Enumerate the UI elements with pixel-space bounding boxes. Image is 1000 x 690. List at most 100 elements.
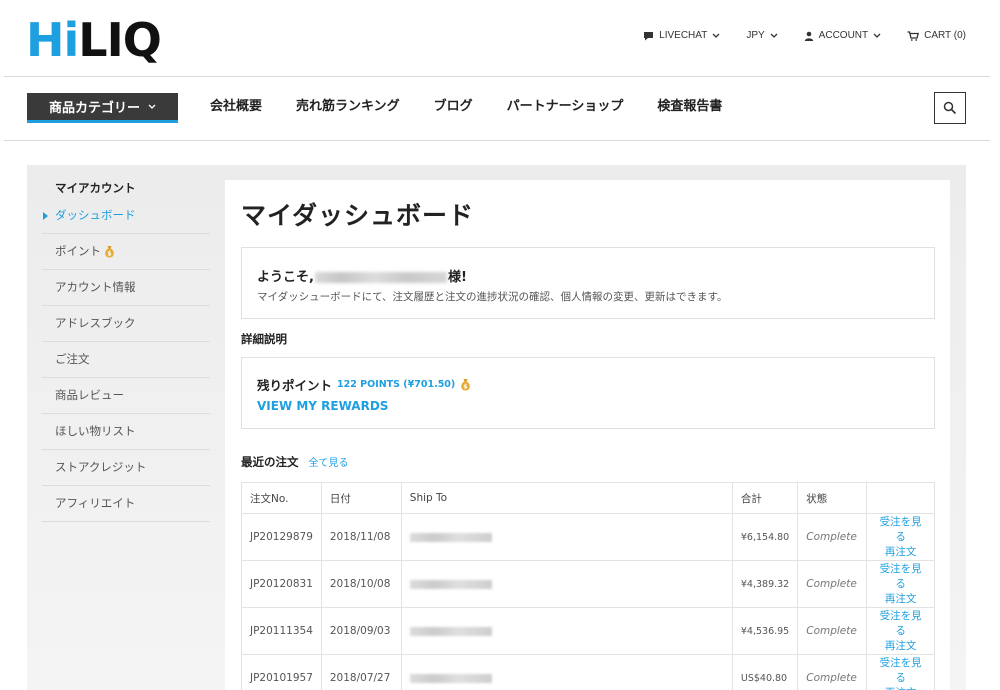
table-row: JP20120831 2018/10/08 ¥4,389.32 Complete… — [241, 560, 935, 608]
order-actions: 受注を見る再注文 — [866, 607, 935, 655]
cart-link[interactable]: CART (0) — [907, 30, 966, 41]
view-order-link[interactable]: 受注を見る — [875, 562, 926, 592]
order-status: Complete — [797, 560, 868, 608]
details-heading: 詳細説明 — [241, 332, 287, 346]
reorder-link[interactable]: 再注文 — [875, 545, 926, 560]
order-ship-to — [400, 560, 733, 608]
col-actions — [866, 482, 935, 514]
nav-item-partner-shop[interactable]: パートナーショップ — [507, 97, 624, 117]
sidebar-item-label: 商品レビュー — [55, 388, 124, 402]
nav-item-company[interactable]: 会社概要 — [210, 97, 262, 117]
category-button-label: 商品カテゴリー — [48, 101, 140, 116]
reorder-link[interactable]: 再注文 — [875, 639, 926, 654]
sidebar-item-label: ストアクレジット — [55, 460, 147, 474]
chevron-down-icon — [712, 33, 720, 38]
order-status: Complete — [797, 513, 868, 561]
col-date: 日付 — [320, 482, 402, 514]
cart-icon — [907, 30, 920, 41]
sidebar-item-account-info[interactable]: アカウント情報 — [42, 270, 210, 306]
search-button[interactable] — [934, 92, 966, 124]
money-bag-icon: $ — [461, 379, 471, 391]
site-logo[interactable]: HiLIQ — [26, 17, 162, 63]
points-row: 残りポイント 122 POINTS (¥701.50) $ — [257, 375, 919, 394]
points-box: 残りポイント 122 POINTS (¥701.50) $ VIEW MY RE… — [241, 357, 935, 429]
blurred-customer-name — [314, 272, 447, 283]
points-value: 122 POINTS (¥701.50) — [337, 379, 456, 390]
col-order-no: 注文No. — [241, 482, 322, 514]
sidebar-item-label: アカウント情報 — [55, 280, 136, 294]
chevron-down-icon — [873, 33, 881, 38]
top-utility-nav: LIVECHAT JPY ACCOUNT CART (0) — [643, 30, 966, 41]
order-total: ¥4,536.95 — [731, 607, 799, 655]
recent-orders-heading: 最近の注文 — [241, 455, 299, 469]
points-label: 残りポイント — [257, 378, 333, 393]
blurred-ship-name — [409, 579, 492, 589]
order-total: ¥4,389.32 — [731, 560, 799, 608]
chevron-down-icon — [770, 33, 778, 38]
money-bag-icon: $ — [105, 246, 114, 258]
reorder-link[interactable]: 再注文 — [875, 686, 926, 690]
recent-orders-table: 注文No. 日付 Ship To 合計 状態 JP20129879 2018/1… — [241, 482, 935, 690]
blurred-ship-name — [409, 626, 492, 636]
col-status: 状態 — [797, 482, 868, 514]
nav-item-inspection-report[interactable]: 検査報告書 — [657, 97, 722, 117]
order-ship-to — [400, 654, 733, 690]
svg-text:$: $ — [464, 384, 468, 391]
table-row: JP20129879 2018/11/08 ¥6,154.80 Complete… — [241, 513, 935, 561]
col-ship-to: Ship To — [400, 482, 733, 514]
currency-label: JPY — [746, 30, 765, 41]
order-date: 2018/11/08 — [320, 513, 402, 561]
sidebar-item-label: ダッシュボード — [55, 208, 136, 222]
account-label: ACCOUNT — [818, 30, 869, 41]
table-row: JP20101957 2018/07/27 US$40.80 Complete … — [241, 654, 935, 690]
sidebar-item-affiliate[interactable]: アフィリエイト — [42, 486, 210, 522]
order-ship-to — [400, 607, 733, 655]
main-nav: 会社概要 売れ筋ランキング ブログ パートナーショップ 検査報告書 — [210, 97, 722, 117]
sidebar-item-address-book[interactable]: アドレスブック — [42, 306, 210, 342]
sidebar-item-orders[interactable]: ご注文 — [42, 342, 210, 378]
nav-item-ranking[interactable]: 売れ筋ランキング — [296, 97, 400, 117]
livechat-menu[interactable]: LIVECHAT — [643, 30, 720, 41]
reorder-link[interactable]: 再注文 — [875, 592, 926, 607]
sidebar-item-store-credit[interactable]: ストアクレジット — [42, 450, 210, 486]
order-total: US$40.80 — [731, 654, 799, 690]
sidebar-item-label: アドレスブック — [55, 316, 136, 330]
view-rewards-link[interactable]: VIEW MY REWARDS — [257, 399, 919, 413]
sidebar-item-dashboard[interactable]: ダッシュボード — [42, 198, 210, 234]
welcome-prefix: ようこそ, — [257, 270, 314, 285]
view-order-link[interactable]: 受注を見る — [875, 515, 926, 545]
account-menu[interactable]: ACCOUNT — [804, 30, 881, 41]
logo-part2: LIQ — [78, 13, 162, 67]
order-date: 2018/10/08 — [320, 560, 402, 608]
sidebar-item-points[interactable]: ポイント $ — [42, 234, 210, 270]
welcome-greeting: ようこそ, 様! — [257, 266, 919, 285]
sidebar-item-label: ポイント — [55, 244, 101, 258]
view-order-link[interactable]: 受注を見る — [875, 656, 926, 686]
welcome-box: ようこそ, 様! マイダッシューボードにて、注文履歴と注文の進捗状況の確認、個人情… — [241, 247, 935, 319]
blurred-ship-name — [409, 532, 492, 542]
order-date: 2018/09/03 — [320, 607, 402, 655]
view-all-orders-link[interactable]: 全て見る — [309, 454, 349, 469]
sidebar-item-reviews[interactable]: 商品レビュー — [42, 378, 210, 414]
nav-item-blog[interactable]: ブログ — [434, 97, 473, 117]
logo-part1: Hi — [26, 13, 79, 67]
page-title: マイダッシュボード — [241, 201, 475, 230]
svg-text:$: $ — [107, 251, 111, 258]
order-actions: 受注を見る再注文 — [866, 513, 935, 561]
chat-icon — [644, 31, 654, 40]
order-number: JP20101957 — [241, 654, 322, 690]
sidebar-item-wishlist[interactable]: ほしい物リスト — [42, 414, 210, 450]
nav-divider — [4, 140, 990, 141]
recent-orders-header: 最近の注文 全て見る — [241, 454, 349, 470]
order-actions: 受注を見る再注文 — [866, 560, 935, 608]
view-order-link[interactable]: 受注を見る — [875, 609, 926, 639]
user-icon — [804, 31, 813, 41]
sidebar-item-label: ほしい物リスト — [55, 424, 136, 438]
currency-menu[interactable]: JPY — [746, 30, 778, 41]
order-status: Complete — [797, 654, 868, 690]
category-menu-button[interactable]: 商品カテゴリー — [27, 93, 178, 123]
welcome-text: マイダッシューボードにて、注文履歴と注文の進捗状況の確認、個人情報の変更、更新は… — [257, 291, 728, 303]
search-icon — [943, 101, 957, 115]
order-number: JP20111354 — [241, 607, 322, 655]
chevron-down-icon — [148, 104, 156, 109]
